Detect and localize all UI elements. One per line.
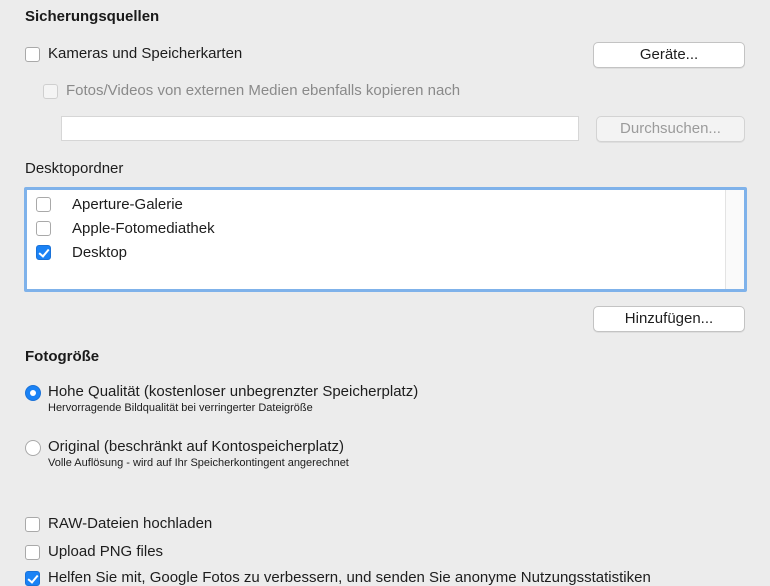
aperture-checkbox[interactable]: [36, 197, 51, 212]
add-folder-button[interactable]: Hinzufügen...: [593, 306, 745, 332]
cameras-checkbox[interactable]: [25, 47, 40, 62]
list-item[interactable]: Aperture-Galerie: [27, 194, 727, 216]
desktop-folders-label: Desktopordner: [25, 160, 124, 177]
list-item[interactable]: Desktop: [27, 242, 727, 264]
desktop-folders-list[interactable]: Aperture-Galerie Apple-Fotomediathek Des…: [24, 187, 747, 292]
original-description: Volle Auflösung - wird auf Ihr Speicherk…: [48, 457, 349, 469]
copy-external-label: Fotos/Videos von externen Medien ebenfal…: [66, 82, 461, 99]
desktop-checkbox[interactable]: [36, 245, 51, 260]
original-radio[interactable]: [25, 440, 41, 456]
browse-button[interactable]: Durchsuchen...: [596, 116, 745, 142]
list-item[interactable]: Apple-Fotomediathek: [27, 218, 727, 240]
png-upload-label: Upload PNG files: [48, 543, 164, 560]
copy-external-checkbox[interactable]: [43, 84, 58, 99]
high-quality-radio[interactable]: [25, 385, 41, 401]
photo-size-heading: Fotogröße: [25, 348, 100, 365]
cameras-label: Kameras und Speicherkarten: [48, 45, 243, 62]
list-item-label: Apple-Fotomediathek: [72, 220, 215, 237]
usage-stats-checkbox[interactable]: [25, 571, 40, 586]
high-quality-label: Hohe Qualität (kostenloser unbegrenzter …: [48, 383, 419, 400]
list-scrollbar[interactable]: [725, 190, 744, 289]
original-label: Original (beschränkt auf Kontospeicherpl…: [48, 438, 344, 455]
raw-upload-checkbox[interactable]: [25, 517, 40, 532]
devices-button[interactable]: Geräte...: [593, 42, 745, 68]
high-quality-description: Hervorragende Bildqualität bei verringer…: [48, 402, 313, 414]
png-upload-checkbox[interactable]: [25, 545, 40, 560]
apple-photos-checkbox[interactable]: [36, 221, 51, 236]
sources-heading: Sicherungsquellen: [25, 8, 160, 25]
list-item-label: Aperture-Galerie: [72, 196, 183, 213]
destination-path-field[interactable]: [61, 116, 579, 141]
raw-upload-label: RAW-Dateien hochladen: [48, 515, 213, 532]
list-item-label: Desktop: [72, 244, 128, 261]
